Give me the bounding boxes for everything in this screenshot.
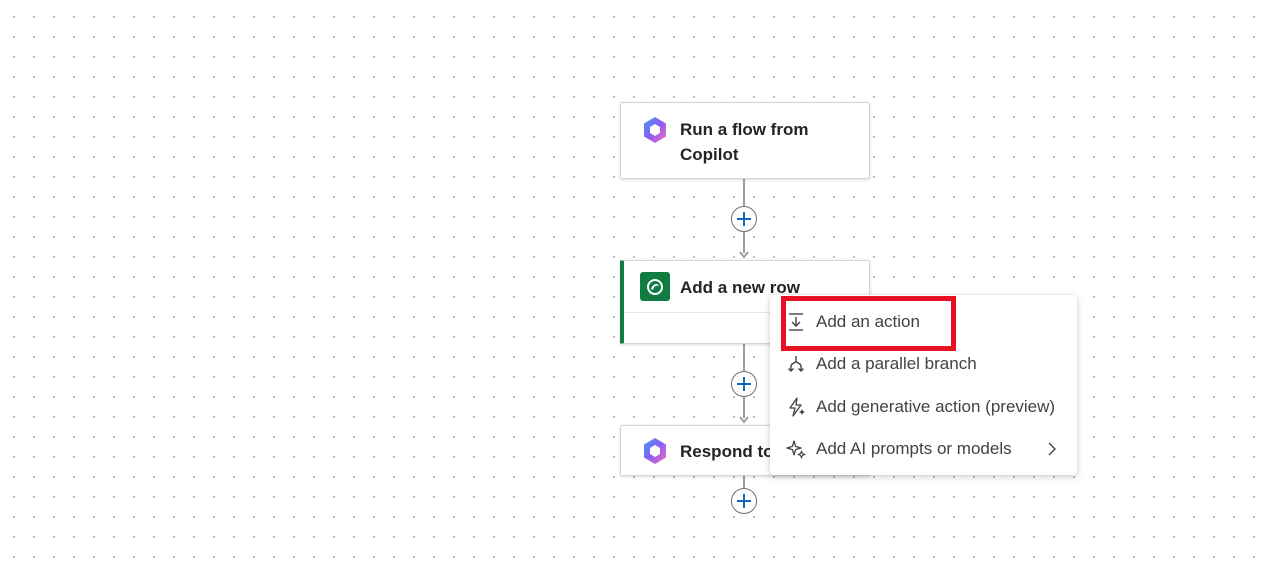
menu-item-add-ai-prompts[interactable]: Add AI prompts or models (770, 428, 1077, 470)
node-title: Run a flow from (680, 120, 809, 139)
menu-item-add-generative-action[interactable]: Add generative action (preview) (770, 386, 1077, 428)
node-title: Respond to (680, 442, 774, 461)
connector-line (743, 343, 745, 373)
menu-item-add-parallel-branch[interactable]: Add a parallel branch (770, 343, 1077, 385)
plus-icon (737, 212, 751, 226)
insert-step-menu: Add an action Add a parallel branch Add … (770, 295, 1077, 475)
menu-item-label: Add an action (816, 312, 920, 331)
arrow-down-icon (739, 251, 749, 259)
insert-step-button[interactable] (731, 371, 757, 397)
copilot-icon (644, 438, 666, 464)
add-action-icon (789, 313, 803, 331)
dataverse-icon (640, 272, 670, 301)
connector-line (743, 178, 745, 208)
trigger-node-run-flow-from-copilot[interactable]: Run a flow from Copilot (620, 102, 870, 179)
arrow-down-icon (739, 416, 749, 424)
flow-canvas: Run a flow from Copilot Add a new row Re… (0, 0, 1265, 570)
insert-step-button[interactable] (731, 488, 757, 514)
menu-item-add-an-action[interactable]: Add an action (770, 301, 1077, 343)
menu-item-label: Add generative action (preview) (816, 397, 1056, 416)
plus-icon (737, 494, 751, 508)
menu-item-label: Add AI prompts or models (816, 439, 1012, 458)
plus-icon (737, 377, 751, 391)
sparkle-icon (786, 440, 806, 459)
node-title: Copilot (680, 145, 739, 164)
copilot-icon (644, 117, 666, 143)
parallel-branch-icon (788, 356, 804, 372)
generative-action-icon (789, 397, 805, 417)
chevron-right-icon (1048, 442, 1056, 456)
insert-step-button[interactable] (731, 206, 757, 232)
connector-line (743, 475, 745, 489)
menu-item-label: Add a parallel branch (816, 354, 977, 373)
